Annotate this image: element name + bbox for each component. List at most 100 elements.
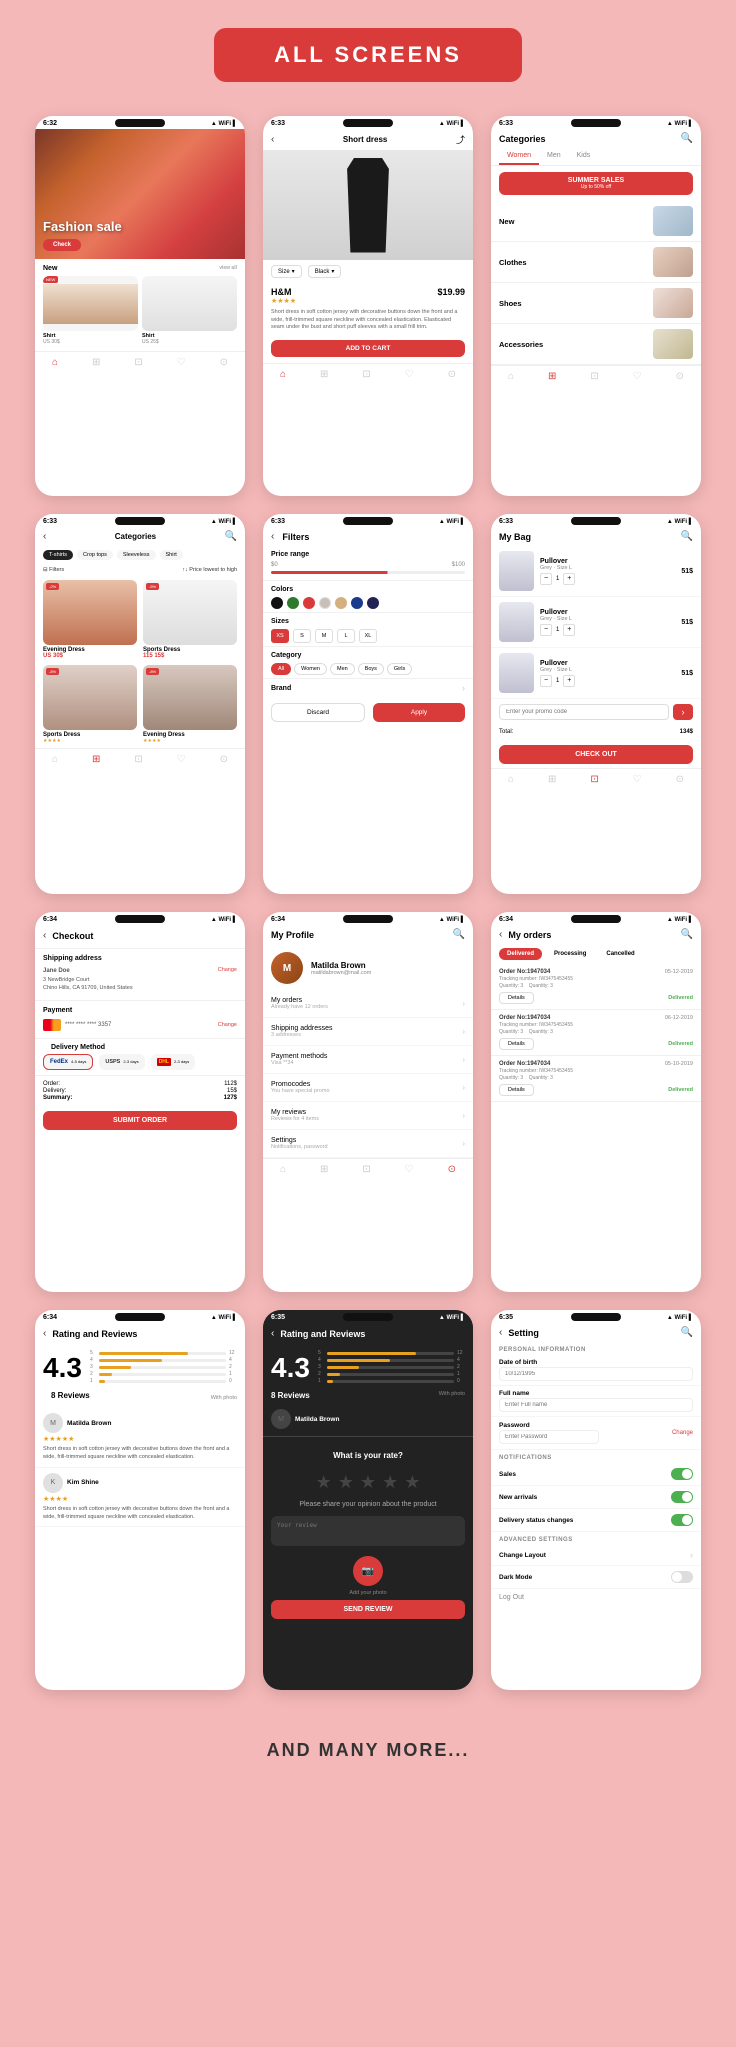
size-xs[interactable]: XS — [271, 629, 289, 643]
color-select[interactable]: Black ▾ — [308, 265, 342, 278]
color-beige[interactable] — [319, 597, 331, 609]
menu-reviews[interactable]: My reviews Reviews for 4 items › — [263, 1102, 473, 1130]
search-icon[interactable]: 🔍 — [681, 531, 693, 542]
add-to-cart-button[interactable]: ADD TO CART — [271, 340, 465, 357]
nav-bag[interactable]: ⊡ — [590, 774, 598, 785]
chevron-right-icon[interactable]: › — [462, 683, 465, 693]
back-button[interactable]: ‹ — [43, 1328, 46, 1339]
cat-all[interactable]: All — [271, 663, 291, 675]
nav-heart[interactable]: ♡ — [405, 1164, 414, 1175]
list-item[interactable]: -2% Evening Dress US 30$ — [43, 580, 137, 659]
nav-home[interactable]: ⌂ — [280, 369, 286, 380]
nav-heart[interactable]: ♡ — [177, 754, 186, 765]
search-icon[interactable]: 🔍 — [681, 1327, 693, 1338]
nav-user-icon[interactable]: ⊙ — [220, 357, 228, 368]
qty-increase[interactable]: + — [563, 624, 575, 636]
usps-option[interactable]: USPS 2-3 days — [99, 1054, 144, 1070]
tab-processing[interactable]: Processing — [546, 948, 594, 960]
nav-home[interactable]: ⌂ — [52, 754, 58, 765]
size-xl[interactable]: XL — [359, 629, 377, 643]
nav-grid[interactable]: ⊞ — [548, 371, 556, 382]
chip-sleeveless[interactable]: Sleeveless — [117, 550, 156, 560]
back-button[interactable]: ‹ — [499, 1327, 502, 1338]
logout-button[interactable]: Log Out — [491, 1589, 701, 1606]
nav-user[interactable]: ⊙ — [676, 774, 684, 785]
nav-heart[interactable]: ♡ — [633, 774, 642, 785]
star-4[interactable]: ★ — [382, 1472, 398, 1493]
color-tan[interactable] — [335, 597, 347, 609]
password-input[interactable] — [499, 1430, 599, 1444]
hero-banner[interactable]: Fashion sale Check — [35, 129, 245, 259]
with-photo-filter[interactable]: With photo — [211, 1395, 237, 1401]
tab-delivered[interactable]: Delivered — [499, 948, 542, 960]
chip-tshirts[interactable]: T-shirts — [43, 550, 73, 560]
add-photo-button[interactable]: 📷 — [353, 1556, 383, 1586]
search-icon[interactable]: 🔍 — [225, 531, 237, 542]
color-black[interactable] — [271, 597, 283, 609]
nav-user[interactable]: ⊙ — [448, 1164, 456, 1175]
qty-decrease[interactable]: − — [540, 675, 552, 687]
nav-heart-icon[interactable]: ♡ — [177, 357, 186, 368]
nav-home-icon[interactable]: ⌂ — [52, 357, 58, 368]
dob-input[interactable] — [499, 1367, 693, 1381]
dhl-option[interactable]: DHL 2-3 days — [151, 1054, 196, 1070]
dark-mode-toggle[interactable] — [671, 1571, 693, 1583]
nav-bag[interactable]: ⊡ — [590, 371, 598, 382]
qty-increase[interactable]: + — [563, 675, 575, 687]
change-payment-button[interactable]: Change — [218, 1022, 237, 1028]
sort-button[interactable]: ↑↓ Price lowest to high — [182, 567, 237, 573]
details-button[interactable]: Details — [499, 1038, 534, 1050]
menu-settings[interactable]: Settings Notifications, password › — [263, 1130, 473, 1158]
list-item[interactable]: -8% Sports Dress ★★★★ — [43, 665, 137, 744]
submit-order-button[interactable]: SUBMIT ORDER — [43, 1111, 237, 1130]
nav-home[interactable]: ⌂ — [280, 1164, 286, 1175]
tab-cancelled[interactable]: Cancelled — [598, 948, 642, 960]
rate-stars[interactable]: ★ ★ ★ ★ ★ — [263, 1468, 473, 1497]
share-icon[interactable]: ⤴ — [456, 133, 465, 146]
category-new[interactable]: New — [491, 201, 701, 242]
back-button[interactable]: ‹ — [271, 1328, 274, 1339]
list-item[interactable]: -8% Evening Dress ★★★★ — [143, 665, 237, 744]
price-range-slider[interactable] — [271, 571, 465, 574]
color-navy[interactable] — [351, 597, 363, 609]
sales-toggle[interactable] — [671, 1468, 693, 1480]
nav-user[interactable]: ⊙ — [220, 754, 228, 765]
chip-croptops[interactable]: Crop tops — [77, 550, 113, 560]
nav-grid-icon[interactable]: ⊞ — [92, 357, 100, 368]
search-icon[interactable]: 🔍 — [681, 929, 693, 940]
fedex-option[interactable]: FedEx 4-5 days — [43, 1054, 93, 1070]
menu-my-orders[interactable]: My orders Already have 12 orders › — [263, 990, 473, 1018]
nav-heart[interactable]: ♡ — [405, 369, 414, 380]
promo-submit-button[interactable]: › — [673, 704, 693, 720]
checkout-button[interactable]: CHECK OUT — [499, 745, 693, 764]
search-icon[interactable]: 🔍 — [453, 929, 465, 940]
tab-kids[interactable]: Kids — [569, 148, 599, 165]
back-button[interactable]: ‹ — [499, 929, 502, 940]
tab-men[interactable]: Men — [539, 148, 569, 165]
summer-sales-banner[interactable]: SUMMER SALES Up to 50% off — [499, 172, 693, 195]
nav-home[interactable]: ⌂ — [508, 371, 514, 382]
size-s[interactable]: S — [293, 629, 311, 643]
nav-user[interactable]: ⊙ — [448, 369, 456, 380]
nav-grid[interactable]: ⊞ — [548, 774, 556, 785]
tab-women[interactable]: Women — [499, 148, 539, 165]
nav-grid[interactable]: ⊞ — [320, 369, 328, 380]
menu-promo[interactable]: Promocodes You have special promo › — [263, 1074, 473, 1102]
nav-bag-icon[interactable]: ⊡ — [134, 357, 142, 368]
size-select[interactable]: Size ▾ — [271, 265, 302, 278]
star-5[interactable]: ★ — [404, 1472, 420, 1493]
category-accessories[interactable]: Accessories — [491, 324, 701, 365]
nav-heart[interactable]: ♡ — [633, 371, 642, 382]
nav-grid[interactable]: ⊞ — [92, 754, 100, 765]
color-red[interactable] — [303, 597, 315, 609]
promo-input[interactable] — [499, 704, 669, 720]
back-button[interactable]: ‹ — [43, 531, 46, 542]
cat-men[interactable]: Men — [330, 663, 355, 675]
check-button[interactable]: Check — [43, 239, 81, 251]
cat-boys[interactable]: Boys — [358, 663, 384, 675]
category-clothes[interactable]: Clothes — [491, 242, 701, 283]
chip-shirt[interactable]: Shirt — [160, 550, 183, 560]
fullname-input[interactable] — [499, 1398, 693, 1412]
size-m[interactable]: M — [315, 629, 333, 643]
nav-bag[interactable]: ⊡ — [362, 1164, 370, 1175]
